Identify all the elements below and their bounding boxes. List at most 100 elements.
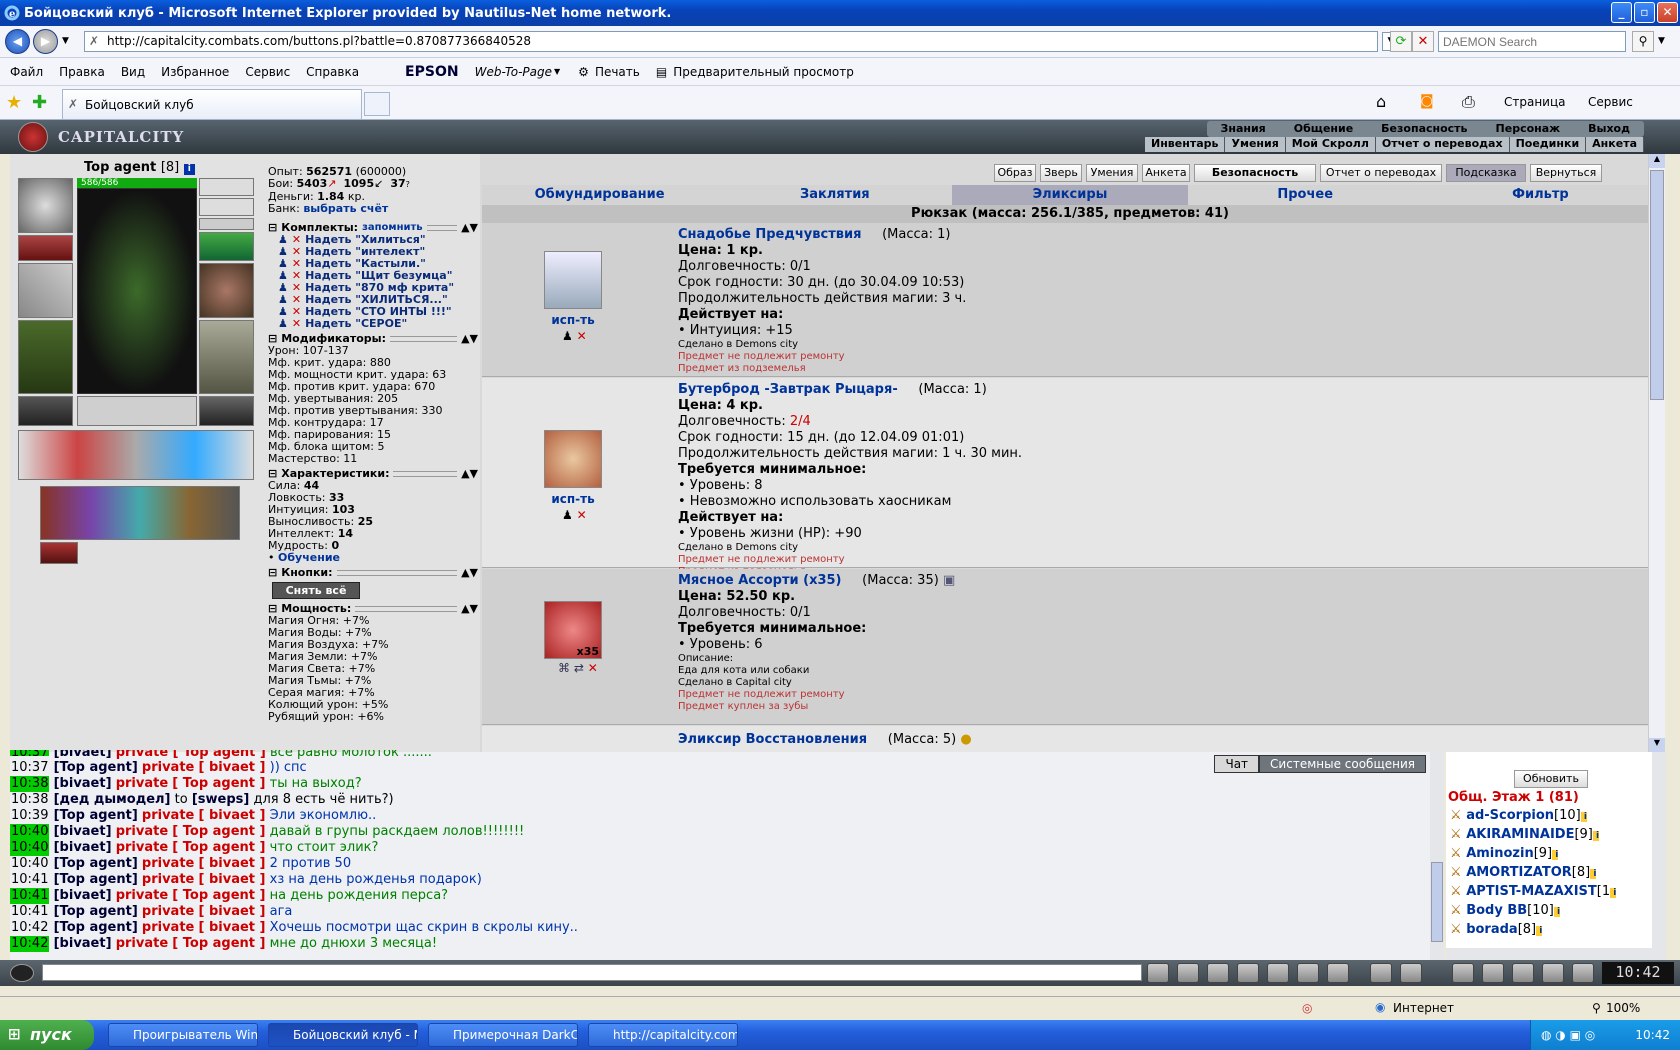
chat-sender[interactable]: [Top agent] [54, 872, 138, 887]
tab-system-messages[interactable]: Системные сообщения [1259, 755, 1426, 773]
private-chat-icon[interactable]: ⚔ [1450, 846, 1466, 861]
submenu-profile[interactable]: Анкета [1586, 137, 1644, 152]
task-capitalcity[interactable]: http://capitalcity.com... [588, 1023, 738, 1047]
small-slots[interactable] [77, 396, 197, 426]
home-icon[interactable]: ⌂ [1376, 92, 1386, 111]
menu-help[interactable]: Справка [306, 65, 359, 79]
submenu-skills[interactable]: Умения [1225, 137, 1286, 152]
user-info-icon[interactable]: i [1592, 831, 1600, 841]
page-menu[interactable]: Страница [1504, 95, 1566, 109]
online-user[interactable]: ⚔ AKIRAMINAIDE[9] i [1446, 826, 1666, 845]
private-chat-icon[interactable]: ⚔ [1450, 808, 1466, 823]
print-toolbar-icon[interactable]: ⎙ [1462, 92, 1475, 112]
gloves-slot[interactable] [199, 232, 254, 261]
submenu-inventory[interactable]: Инвентарь [1145, 137, 1226, 152]
inventory-scroll-thumb[interactable] [1650, 170, 1664, 400]
task-media-player[interactable]: Проигрыватель Win... [108, 1023, 258, 1047]
earring-slot[interactable] [199, 198, 254, 216]
submenu-scroll[interactable]: Мой Скролл [1286, 137, 1376, 152]
online-user[interactable]: ⚔ APTIST-MAZAXIST[1 i [1446, 883, 1666, 902]
scroll-slots[interactable] [18, 430, 254, 480]
chat-recipient[interactable]: [ bivaet ] [199, 760, 266, 775]
task-fight-club[interactable]: Бойцовский клуб - M... [268, 1023, 418, 1047]
lock-icon[interactable] [1542, 963, 1564, 983]
sound-icon[interactable] [1327, 963, 1349, 983]
back-button[interactable]: ◀ [5, 29, 30, 54]
belt-slot[interactable] [18, 396, 73, 426]
maximize-button[interactable]: ▫ [1634, 2, 1655, 23]
menu-view[interactable]: Вид [121, 65, 145, 79]
online-user-name[interactable]: borada [1466, 922, 1518, 937]
chat-sender[interactable]: [bivaet] [54, 840, 112, 855]
chat-recipient[interactable]: [sweps] [192, 792, 250, 807]
kit-item[interactable]: ♟ ✕ Надеть "СЕРОЕ" [278, 318, 478, 330]
transfers-report-button[interactable]: Отчет о переводах [1320, 164, 1442, 182]
item-name[interactable]: Снадобье Предчувствия [678, 227, 861, 242]
weapon-slot[interactable] [18, 263, 73, 318]
search-input[interactable] [1438, 31, 1626, 52]
chat-recipient[interactable]: [ Top agent ] [172, 936, 265, 951]
history-dropdown-icon[interactable]: ▼ [62, 36, 69, 46]
private-chat-icon[interactable]: ⚔ [1450, 827, 1466, 842]
private-chat-icon[interactable]: ⚔ [1450, 903, 1466, 918]
menu-character[interactable]: Персонаж [1482, 121, 1575, 137]
preview-button[interactable]: Предварительный просмотр [673, 65, 854, 79]
chat-sender[interactable]: [Top agent] [54, 904, 138, 919]
chat-recipient[interactable]: [ Top agent ] [172, 776, 265, 791]
minimize-button[interactable]: _ [1611, 2, 1632, 23]
user-info-icon[interactable]: i [1553, 907, 1561, 917]
tab-other[interactable]: Прочее [1188, 185, 1423, 205]
chat-sender[interactable]: [Top agent] [54, 856, 138, 871]
chat-sender[interactable]: [bivaet] [54, 824, 112, 839]
tab-spells[interactable]: Заклятия [717, 185, 952, 205]
feeds-icon[interactable]: ◙ [1420, 93, 1434, 109]
close-window-button[interactable]: ✕ [1657, 2, 1678, 23]
online-user[interactable]: ⚔ AMORTIZATOR[8] i [1446, 864, 1666, 883]
split-icon[interactable]: ⌘ [558, 661, 570, 675]
bracers-slot[interactable] [18, 235, 73, 261]
refresh-button[interactable]: Обновить [1514, 770, 1588, 788]
return-button[interactable]: Вернуться [1530, 164, 1602, 182]
forward-button[interactable]: ▶ [33, 29, 58, 54]
submenu-transfers[interactable]: Отчет о переводах [1376, 137, 1510, 152]
chat-message-input[interactable] [42, 964, 1142, 981]
new-tab-button[interactable] [364, 92, 390, 116]
filter-icon[interactable] [1207, 963, 1229, 983]
online-user[interactable]: ⚔ Aminozin[9] i [1446, 845, 1666, 864]
send-icon[interactable] [1147, 963, 1169, 983]
chat-options-icon[interactable] [10, 964, 34, 982]
chat-recipient[interactable]: [ bivaet ] [199, 856, 266, 871]
chat-sender[interactable]: [Top agent] [54, 808, 138, 823]
chat-recipient[interactable]: [ bivaet ] [199, 808, 266, 823]
print-button[interactable]: Печать [595, 65, 640, 79]
search-options-icon[interactable]: ▼ [1658, 36, 1665, 46]
friends-icon[interactable] [1400, 963, 1422, 983]
tab-elixirs[interactable]: Эликсиры [952, 185, 1188, 205]
inventory-icon[interactable] [1452, 963, 1474, 983]
menu-tools[interactable]: Сервис [245, 65, 290, 79]
user-info-icon[interactable]: i [1590, 869, 1597, 879]
profile-button[interactable]: Анкета [1142, 164, 1190, 182]
chat-recipient[interactable]: [ bivaet ] [199, 904, 266, 919]
skills-button[interactable]: Умения [1086, 164, 1138, 182]
address-bar[interactable]: ✗ http://capitalcity.combats.com/buttons… [84, 31, 1378, 52]
chat-sender[interactable]: [bivaet] [54, 776, 112, 791]
rings-slot[interactable] [199, 218, 254, 230]
favorites-star-icon[interactable]: ★ [6, 92, 22, 113]
online-user-name[interactable]: AKIRAMINAIDE [1466, 827, 1574, 842]
zoom-level[interactable]: 100% [1606, 1001, 1640, 1015]
image-button[interactable]: Образ [994, 164, 1036, 182]
tab-chat[interactable]: Чат [1214, 755, 1260, 773]
online-user-name[interactable]: Aminozin [1466, 846, 1534, 861]
armor-slot[interactable] [18, 320, 73, 394]
chat-sender[interactable]: [bivaet] [54, 936, 112, 951]
use-button[interactable]: исп-ть [544, 313, 602, 327]
online-user-name[interactable]: ad-Scorpion [1466, 808, 1554, 823]
online-user-name[interactable]: APTIST-MAZAXIST [1466, 884, 1597, 899]
chat-scroll-thumb[interactable] [1431, 862, 1443, 942]
online-user[interactable]: ⚔ ad-Scorpion[10] i [1446, 807, 1666, 826]
chat-recipient[interactable]: [ Top agent ] [172, 824, 265, 839]
user-info-icon[interactable]: i [1552, 850, 1559, 860]
chat-sender[interactable]: [bivaet] [54, 888, 112, 903]
browser-tab-active[interactable]: ✗ Бойцовский клуб [62, 89, 362, 119]
